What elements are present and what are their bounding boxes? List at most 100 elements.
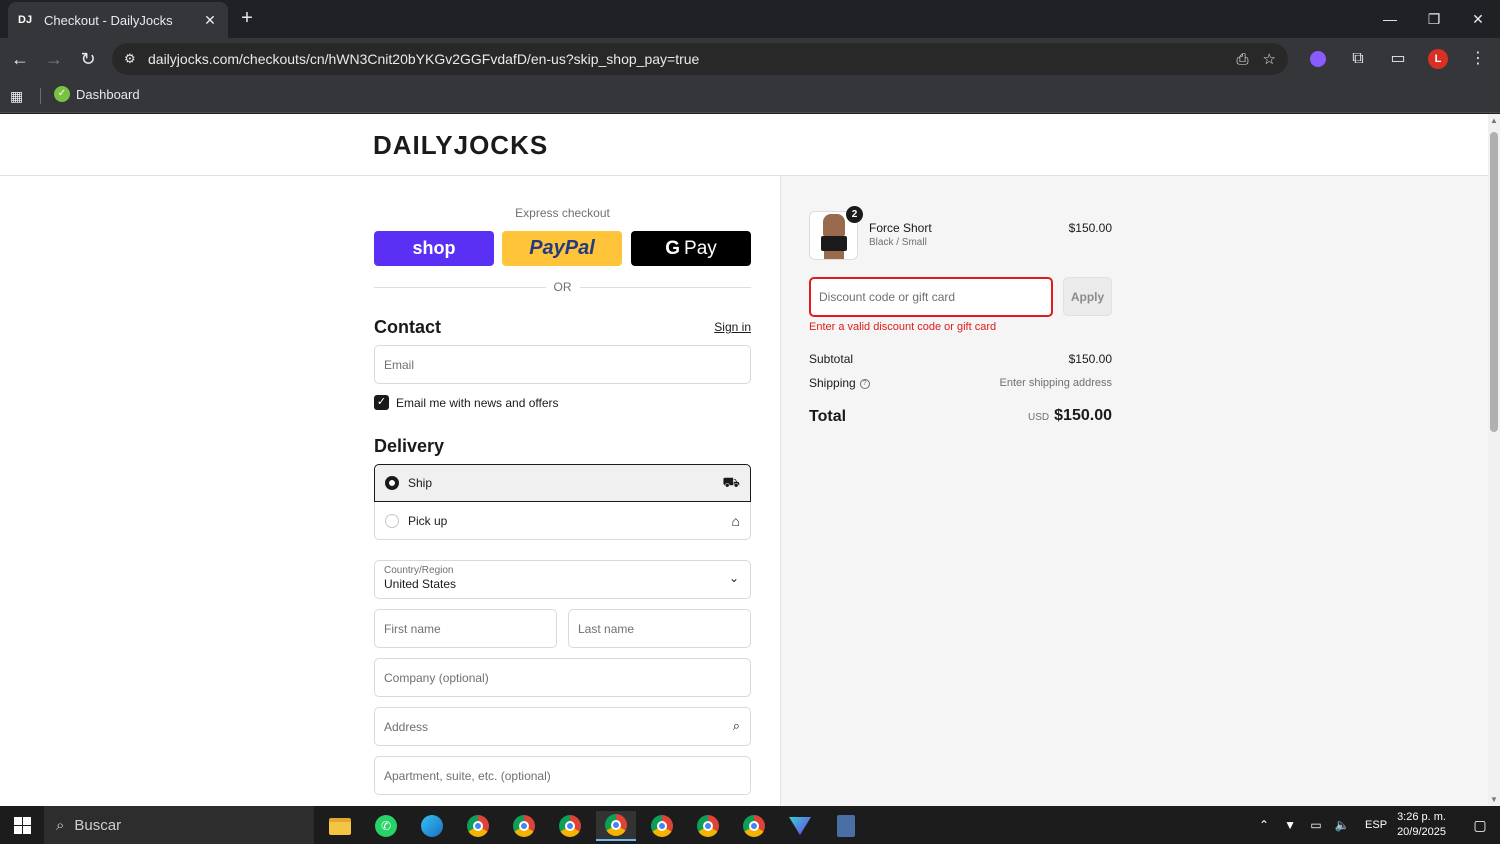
browser-tab[interactable]: DJ Checkout - DailyJocks ✕: [8, 2, 228, 38]
product-price: $150.00: [1068, 221, 1112, 235]
email-field[interactable]: [374, 345, 751, 384]
tab-title: Checkout - DailyJocks: [44, 12, 173, 28]
file-explorer-icon[interactable]: [320, 811, 360, 841]
delivery-option-ship[interactable]: Ship ⛟: [374, 464, 751, 502]
last-name-input[interactable]: [569, 610, 750, 647]
google-pay-button[interactable]: G Pay: [631, 231, 751, 266]
pickup-radio[interactable]: [385, 513, 399, 528]
whatsapp-icon[interactable]: ✆: [366, 811, 406, 841]
country-select[interactable]: Country/Region United States ⌄: [374, 560, 751, 599]
contact-heading: Contact: [374, 317, 441, 337]
scroll-thumb[interactable]: [1490, 132, 1498, 432]
apps-grid-icon[interactable]: ▦: [10, 88, 23, 105]
dashboard-favicon-icon: ✓: [54, 86, 70, 102]
browser-toolbar: ← → ↻ ⚙ dailyjocks.com/checkouts/cn/hWN3…: [0, 38, 1500, 80]
chrome-active-icon[interactable]: [596, 811, 636, 841]
clock-date: 20/9/2025: [1397, 826, 1446, 838]
truck-icon: ⛟: [722, 473, 740, 490]
translate-icon[interactable]: ⎙: [1237, 51, 1249, 68]
chevron-up-icon[interactable]: ⌃: [1253, 818, 1275, 832]
total-currency: USD: [1028, 412, 1050, 423]
first-name-input[interactable]: [375, 610, 556, 647]
shipping-label-row: Shipping?: [809, 376, 870, 390]
shop-pay-button[interactable]: shop: [374, 231, 494, 266]
discount-code-input[interactable]: [811, 279, 1051, 315]
extensions-puzzle-icon[interactable]: ⧉: [1346, 47, 1370, 71]
scroll-up-icon[interactable]: ▲: [1490, 116, 1498, 125]
search-icon: ⌕: [732, 718, 740, 733]
clock[interactable]: 3:26 p. m. 20/9/2025: [1397, 810, 1446, 840]
apply-discount-button[interactable]: Apply: [1063, 277, 1112, 316]
notifications-icon[interactable]: ▢: [1460, 817, 1500, 834]
discount-code-field[interactable]: [809, 277, 1053, 317]
maximize-button[interactable]: ❐: [1412, 0, 1456, 38]
browser-menu-icon[interactable]: ⋮: [1466, 47, 1490, 71]
window-controls: — ❐ ✕: [1368, 0, 1500, 38]
address-input[interactable]: [375, 708, 750, 745]
close-window-button[interactable]: ✕: [1456, 0, 1500, 38]
newsletter-checkbox[interactable]: ✓: [374, 395, 389, 410]
chrome-profile-icon[interactable]: [504, 811, 544, 841]
or-divider-text: OR: [553, 280, 572, 294]
page-scrollbar[interactable]: ▲ ▼: [1488, 114, 1500, 806]
delivery-heading: Delivery: [374, 436, 445, 456]
bookmark-dashboard[interactable]: ✓ Dashboard: [54, 86, 140, 102]
forward-button[interactable]: →: [42, 47, 66, 71]
site-info-icon[interactable]: ⚙: [124, 51, 146, 67]
store-icon: ⌂: [731, 512, 740, 529]
address-field[interactable]: ⌕: [374, 707, 751, 746]
delivery-option-pickup[interactable]: Pick up ⌂: [374, 502, 751, 540]
chrome-profile-icon[interactable]: [734, 811, 774, 841]
language-indicator[interactable]: ESP: [1365, 819, 1387, 831]
apartment-input[interactable]: [375, 757, 750, 794]
company-field[interactable]: [374, 658, 751, 697]
chrome-profile-icon[interactable]: [550, 811, 590, 841]
tab-close-icon[interactable]: ✕: [202, 12, 218, 29]
edge-icon[interactable]: [412, 811, 452, 841]
minimize-button[interactable]: —: [1368, 0, 1412, 38]
taskbar-search[interactable]: ⌕ Buscar: [44, 806, 314, 844]
total-value-row: USD $150.00: [960, 407, 1112, 425]
volume-icon[interactable]: 🔈: [1331, 818, 1353, 832]
ship-radio[interactable]: [385, 476, 399, 490]
bookmarks-bar: ▦ ✓ Dashboard: [0, 80, 1500, 113]
product-variant: Black / Small: [869, 237, 927, 248]
product-name: Force Short: [869, 221, 932, 235]
total-label: Total: [809, 408, 847, 425]
calculator-icon[interactable]: [826, 811, 866, 841]
help-icon[interactable]: ?: [859, 378, 870, 389]
url-text[interactable]: dailyjocks.com/checkouts/cn/hWN3Cnit20bY…: [148, 51, 1223, 67]
newsletter-checkbox-row[interactable]: ✓ Email me with news and offers: [374, 395, 559, 410]
email-input[interactable]: [375, 346, 750, 383]
clock-time: 3:26 p. m.: [1397, 811, 1446, 823]
back-button[interactable]: ←: [8, 47, 32, 71]
new-tab-button[interactable]: +: [236, 8, 258, 30]
scroll-down-icon[interactable]: ▼: [1490, 795, 1498, 804]
sign-in-link[interactable]: Sign in: [700, 320, 751, 334]
extension-icon[interactable]: [1306, 47, 1330, 71]
last-name-field[interactable]: [568, 609, 751, 648]
chrome-icon[interactable]: [458, 811, 498, 841]
vpn-tray-icon[interactable]: ▼: [1279, 818, 1301, 832]
windows-taskbar: ⌕ Buscar ✆ ⌃ ▼ ▭ 🔈 ESP 3:26 p. m. 20/9/2…: [0, 806, 1500, 844]
reload-button[interactable]: ↻: [76, 47, 100, 71]
total-value: $150.00: [1054, 407, 1112, 424]
chrome-profile-icon[interactable]: [642, 811, 682, 841]
toolbar-right: ⧉ ▭ L ⋮: [1306, 47, 1490, 71]
start-button[interactable]: [0, 806, 44, 844]
quantity-badge: 2: [846, 206, 863, 223]
network-icon[interactable]: ▭: [1305, 818, 1327, 832]
profile-avatar[interactable]: L: [1426, 47, 1450, 71]
dailyjocks-logo[interactable]: DAILYJOCKS: [373, 130, 548, 161]
chrome-profile-icon[interactable]: [688, 811, 728, 841]
address-bar[interactable]: ⚙ dailyjocks.com/checkouts/cn/hWN3Cnit20…: [112, 43, 1288, 75]
company-input[interactable]: [375, 659, 750, 696]
order-summary-panel: [780, 176, 1488, 806]
paypal-button[interactable]: PayPal: [502, 231, 622, 266]
bookmark-star-icon[interactable]: ☆: [1263, 50, 1276, 68]
vpn-app-icon[interactable]: [780, 811, 820, 841]
apartment-field[interactable]: [374, 756, 751, 795]
first-name-field[interactable]: [374, 609, 557, 648]
taskbar-search-placeholder: Buscar: [74, 816, 122, 834]
tab-search-icon[interactable]: ▭: [1386, 47, 1410, 71]
